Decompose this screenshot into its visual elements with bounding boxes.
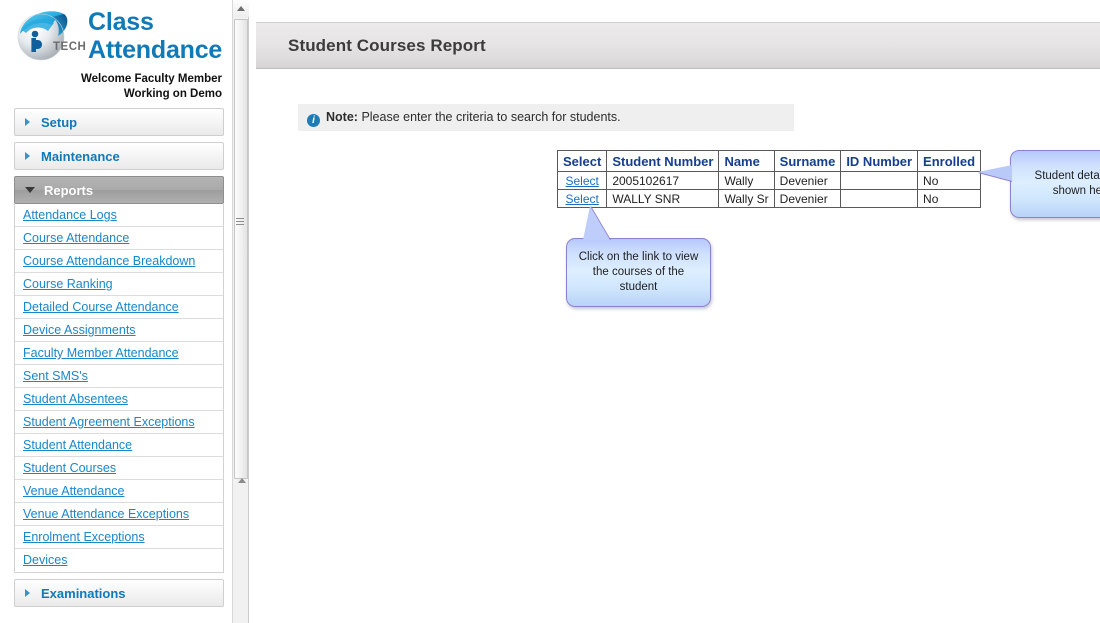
chevron-down-icon — [25, 187, 35, 193]
callout-click-link: Click on the link to view the courses of… — [566, 206, 711, 307]
scroll-up-arrow-icon[interactable] — [233, 0, 249, 17]
sidebar-section-reports-label: Reports — [44, 183, 94, 198]
callout-tail-icon — [583, 206, 610, 240]
chevron-right-icon — [25, 152, 30, 160]
sidebar-section-setup-label: Setup — [41, 115, 78, 130]
app-title-line1: Class — [88, 8, 154, 36]
scrollbar-grip-icon — [236, 218, 244, 227]
sidebar-section-examinations-label: Examinations — [41, 586, 126, 601]
info-icon: i — [307, 114, 320, 127]
sidebar-item-course-attendance-breakdown[interactable]: Course Attendance Breakdown — [15, 250, 223, 273]
table-cell-select: Select — [556, 189, 608, 208]
column-header-name: Name — [718, 150, 775, 172]
column-header-select: Select — [556, 150, 608, 172]
table-cell-enrolled: No — [917, 189, 982, 208]
page-title: Student Courses Report — [288, 36, 486, 55]
scrollbar-thumb[interactable] — [234, 19, 248, 479]
main-content: Student Courses Report i Note: Please ent… — [256, 0, 1100, 623]
sidebar-item-venue-attendance-exceptions[interactable]: Venue Attendance Exceptions — [15, 503, 223, 526]
table-cell-enrolled: No — [917, 171, 982, 190]
page-header: Student Courses Report — [256, 22, 1100, 69]
sidebar-section-reports[interactable]: Reports — [14, 176, 224, 204]
sidebar-item-venue-attendance[interactable]: Venue Attendance — [15, 480, 223, 503]
sidebar-section-setup[interactable]: Setup — [14, 108, 224, 136]
sidebar-item-faculty-member-attendance[interactable]: Faculty Member Attendance — [15, 342, 223, 365]
sidebar-scrollbar[interactable] — [232, 0, 249, 623]
sidebar: TECH Class Attendance Welcome Faculty Me… — [0, 0, 232, 623]
table-cell-id-number — [840, 171, 919, 190]
column-header-surname: Surname — [773, 150, 842, 172]
sidebar-item-student-attendance[interactable]: Student Attendance — [15, 434, 223, 457]
note-text: Please enter the criteria to search for … — [361, 110, 621, 124]
table-row: Select 2005102617 Wally Devenier No — [556, 171, 982, 190]
table-cell-id-number — [840, 189, 919, 208]
column-header-student-number: Student Number — [606, 150, 720, 172]
sidebar-item-student-absentees[interactable]: Student Absentees — [15, 388, 223, 411]
sidebar-item-device-assignments[interactable]: Device Assignments — [15, 319, 223, 342]
select-student-link[interactable]: Select — [565, 192, 598, 206]
sidebar-item-student-agreement-exceptions[interactable]: Student Agreement Exceptions — [15, 411, 223, 434]
working-on-text: Working on Demo — [123, 88, 222, 100]
user-greeting: Welcome Faculty Member Working on Demo — [22, 72, 222, 102]
iptech-globe-logo-icon: TECH — [8, 4, 90, 66]
sidebar-item-devices[interactable]: Devices — [15, 549, 223, 572]
table-cell-name: Wally Sr — [718, 189, 775, 208]
brand-header: TECH Class Attendance Welcome Faculty Me… — [0, 0, 232, 108]
sidebar-item-course-ranking[interactable]: Course Ranking — [15, 273, 223, 296]
table-header-row: Select Student Number Name Surname ID Nu… — [556, 150, 982, 172]
callout-click-link-text: Click on the link to view the courses of… — [578, 251, 699, 293]
app-title: Class Attendance — [88, 8, 222, 64]
svg-text:TECH: TECH — [53, 41, 86, 53]
table-cell-student-number: 2005102617 — [606, 171, 720, 190]
sidebar-item-detailed-course-attendance[interactable]: Detailed Course Attendance — [15, 296, 223, 319]
sidebar-item-sent-sms[interactable]: Sent SMS's — [15, 365, 223, 388]
sidebar-item-student-courses[interactable]: Student Courses — [15, 457, 223, 480]
sidebar-section-examinations[interactable]: Examinations — [14, 579, 224, 607]
callout-student-details-text: Student details are shown here — [1034, 170, 1100, 197]
sidebar-item-enrolment-exceptions[interactable]: Enrolment Exceptions — [15, 526, 223, 549]
sidebar-item-course-attendance[interactable]: Course Attendance — [15, 227, 223, 250]
welcome-text: Welcome Faculty Member — [80, 73, 222, 85]
table-cell-name: Wally — [718, 171, 775, 190]
column-header-id-number: ID Number — [840, 150, 919, 172]
select-student-link[interactable]: Select — [565, 174, 598, 188]
application-window: TECH Class Attendance Welcome Faculty Me… — [0, 0, 1100, 623]
table-cell-student-number: WALLY SNR — [606, 189, 720, 208]
app-title-line2: Attendance — [88, 36, 223, 64]
sidebar-section-maintenance[interactable]: Maintenance — [14, 142, 224, 170]
note-banner: i Note: Please enter the criteria to sear… — [298, 104, 794, 131]
chevron-right-icon — [25, 118, 30, 126]
table-cell-select: Select — [556, 171, 608, 190]
note-prefix: Note: — [326, 110, 358, 124]
sidebar-item-attendance-logs[interactable]: Attendance Logs — [15, 204, 223, 227]
callout-student-details: Student details are shown here — [978, 150, 1100, 218]
chevron-right-icon — [25, 589, 30, 597]
student-results-table: Select Student Number Name Surname ID Nu… — [556, 150, 982, 208]
table-cell-surname: Devenier — [773, 189, 842, 208]
table-row: Select WALLY SNR Wally Sr Devenier No — [556, 189, 982, 208]
sidebar-section-maintenance-label: Maintenance — [41, 149, 120, 164]
callout-tail-icon — [978, 165, 1012, 181]
sidebar-reports-list: Attendance Logs Course Attendance Course… — [14, 204, 224, 573]
column-header-enrolled: Enrolled — [917, 150, 982, 172]
table-cell-surname: Devenier — [773, 171, 842, 190]
